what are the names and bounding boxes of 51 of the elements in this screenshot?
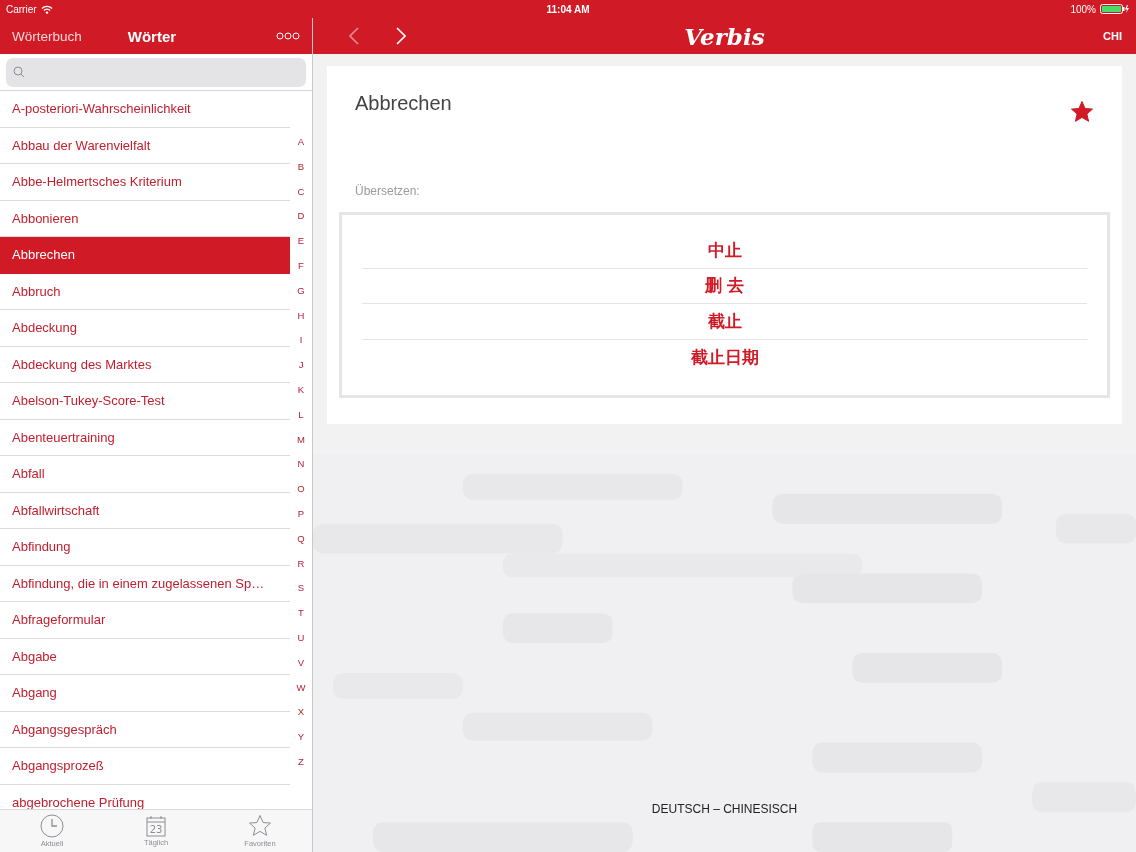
index-letter[interactable]: V bbox=[290, 656, 312, 682]
battery-icon bbox=[1100, 4, 1130, 14]
carrier-label: Carrier bbox=[6, 3, 37, 15]
index-letter[interactable]: A bbox=[290, 136, 312, 161]
index-letter[interactable]: G bbox=[290, 284, 312, 310]
back-link[interactable]: Wörterbuch bbox=[12, 28, 82, 44]
translate-label: Übersetzen: bbox=[354, 184, 421, 198]
index-letter[interactable]: N bbox=[290, 458, 312, 484]
index-letter[interactable]: W bbox=[290, 681, 312, 707]
index-letter[interactable]: R bbox=[290, 557, 312, 583]
app-logo: Verbis bbox=[684, 22, 765, 50]
calendar-icon: 23 bbox=[146, 815, 166, 837]
nav-title: Wörter bbox=[127, 27, 178, 45]
index-letter[interactable]: D bbox=[290, 210, 312, 236]
index-letter[interactable]: L bbox=[290, 408, 312, 434]
clock-icon bbox=[40, 814, 64, 838]
translation-text[interactable]: 删 去 bbox=[704, 274, 745, 298]
index-letter[interactable]: X bbox=[290, 706, 312, 732]
translation-text[interactable]: 截止日期 bbox=[690, 345, 759, 369]
index-letter[interactable]: Q bbox=[290, 532, 312, 558]
index-letter[interactable]: E bbox=[290, 235, 312, 260]
index-letter[interactable]: J bbox=[290, 359, 312, 384]
search-field[interactable] bbox=[6, 57, 306, 87]
translation-text[interactable]: 中止 bbox=[707, 238, 742, 262]
wifi-icon bbox=[40, 4, 53, 14]
index-letter[interactable]: Y bbox=[290, 731, 312, 756]
index-letter[interactable]: B bbox=[290, 160, 312, 186]
index-letter[interactable]: K bbox=[290, 383, 312, 409]
index-letter[interactable]: P bbox=[290, 507, 312, 533]
index-letter[interactable]: S bbox=[290, 582, 312, 608]
search-icon bbox=[13, 66, 25, 78]
index-letter[interactable]: Z bbox=[290, 755, 312, 781]
index-letter[interactable]: I bbox=[290, 334, 312, 360]
index-letter[interactable]: M bbox=[290, 433, 312, 459]
forward-chevron-icon[interactable] bbox=[396, 27, 406, 45]
index-letter[interactable]: O bbox=[290, 483, 312, 508]
index-letter[interactable]: F bbox=[290, 260, 312, 285]
word-item[interactable]: Abbrechen bbox=[0, 237, 290, 274]
more-icon[interactable] bbox=[276, 32, 300, 40]
favorite-star-icon[interactable] bbox=[1070, 100, 1094, 124]
language-direction: DEUTSCH – CHINESISCH bbox=[651, 802, 798, 816]
language-button[interactable]: CHI bbox=[1103, 30, 1122, 42]
translation-text[interactable]: 截止 bbox=[707, 309, 742, 333]
index-letter[interactable]: C bbox=[290, 185, 312, 211]
battery-percent: 100% bbox=[1070, 3, 1096, 15]
star-icon bbox=[248, 814, 272, 838]
entry-word: Abbrechen bbox=[355, 92, 453, 115]
index-letter[interactable]: U bbox=[290, 631, 312, 657]
status-time: 11:04 AM bbox=[546, 3, 590, 15]
index-letter[interactable]: T bbox=[290, 607, 312, 632]
index-letter[interactable]: H bbox=[290, 309, 312, 335]
